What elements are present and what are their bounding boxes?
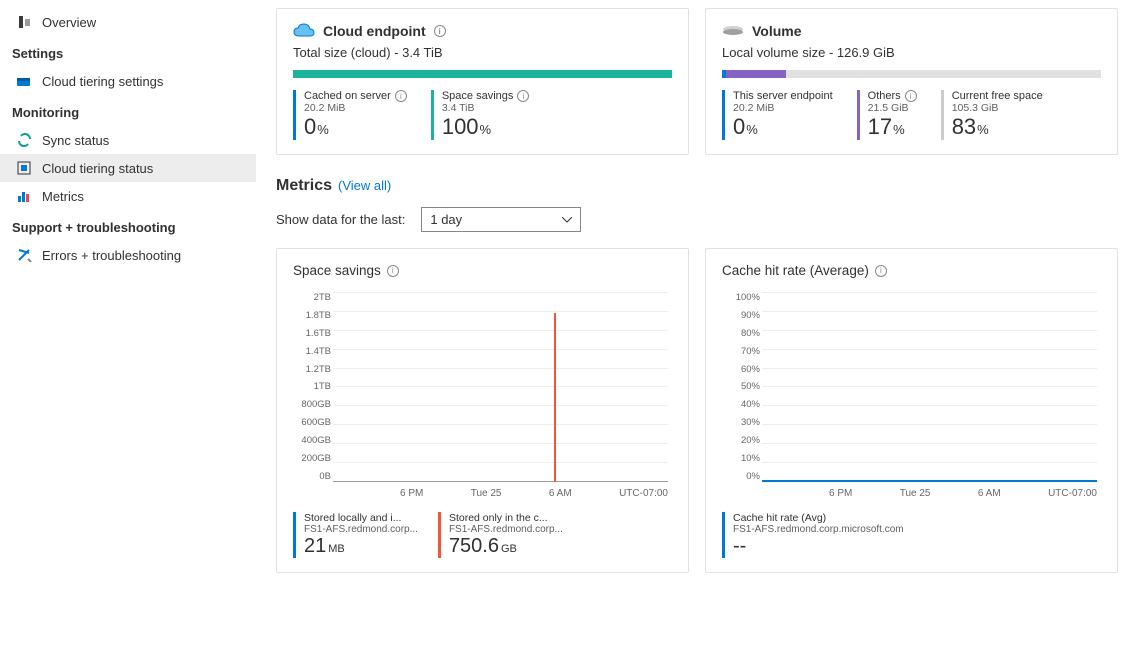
cloud-icon — [293, 23, 315, 39]
nav-label: Metrics — [42, 189, 84, 204]
chart-plot-area[interactable]: 100% 90% 80% 70% 60% 50% 40% 30% 20% 10%… — [762, 292, 1097, 502]
sidebar: Overview Settings Cloud tiering settings… — [0, 0, 256, 664]
overview-icon — [16, 14, 32, 30]
nav-metrics[interactable]: Metrics — [0, 182, 256, 210]
view-all-link[interactable]: (View all) — [338, 178, 391, 193]
cloud-card-title: Cloud endpoint — [323, 23, 426, 39]
volume-card-title: Volume — [752, 23, 802, 39]
nav-label: Cloud tiering settings — [42, 74, 163, 89]
tiering-status-icon — [16, 160, 32, 176]
nav-section-support: Support + troubleshooting — [0, 210, 256, 241]
nav-section-monitoring: Monitoring — [0, 95, 256, 126]
main-content: Cloud endpoint i Total size (cloud) - 3.… — [256, 0, 1128, 664]
legend-stored-locally: Stored locally and i... FS1-AFS.redmond.… — [293, 512, 418, 558]
volume-icon — [722, 24, 744, 38]
stat-space-savings: Space savingsi 3.4 TiB 100% — [431, 90, 530, 140]
nav-label: Errors + troubleshooting — [42, 248, 181, 263]
filter-label: Show data for the last: — [276, 212, 405, 227]
info-icon[interactable]: i — [387, 265, 399, 277]
stat-this-endpoint: This server endpoint 20.2 MiB 0% — [722, 90, 833, 140]
cloud-card-subtitle: Total size (cloud) - 3.4 TiB — [293, 45, 672, 60]
nav-cloud-tiering-settings[interactable]: Cloud tiering settings — [0, 67, 256, 95]
chevron-down-icon — [562, 217, 572, 223]
info-icon[interactable]: i — [434, 25, 446, 37]
info-icon[interactable]: i — [875, 265, 887, 277]
cloud-endpoint-card: Cloud endpoint i Total size (cloud) - 3.… — [276, 8, 689, 155]
volume-size-bar — [722, 70, 1101, 78]
nav-cloud-tiering-status[interactable]: Cloud tiering status — [0, 154, 256, 182]
info-icon[interactable]: i — [517, 90, 529, 102]
nav-label: Overview — [42, 15, 96, 30]
nav-errors-troubleshoot[interactable]: Errors + troubleshooting — [0, 241, 256, 269]
stat-others: Othersi 21.5 GiB 17% — [857, 90, 917, 140]
volume-card-subtitle: Local volume size - 126.9 GiB — [722, 45, 1101, 60]
nav-overview[interactable]: Overview — [0, 8, 256, 36]
volume-card: Volume Local volume size - 126.9 GiB Thi… — [705, 8, 1118, 155]
nav-section-settings: Settings — [0, 36, 256, 67]
chart-flatline — [762, 480, 1097, 482]
chart-plot-area[interactable]: 2TB 1.8TB 1.6TB 1.4TB 1.2TB 1TB 800GB 60… — [333, 292, 668, 502]
cloud-settings-icon — [16, 73, 32, 89]
troubleshoot-icon — [16, 247, 32, 263]
cloud-size-bar — [293, 70, 672, 78]
chart-space-savings: Space savings i 2TB 1.8TB 1.6TB 1.4TB 1.… — [276, 248, 689, 573]
nav-label: Sync status — [42, 133, 109, 148]
sync-icon — [16, 132, 32, 148]
legend-stored-cloud: Stored only in the c... FS1-AFS.redmond.… — [438, 512, 563, 558]
legend-cache-hit: Cache hit rate (Avg) FS1-AFS.redmond.cor… — [722, 512, 904, 558]
time-range-select[interactable]: 1 day — [421, 207, 581, 232]
nav-sync-status[interactable]: Sync status — [0, 126, 256, 154]
stat-free-space: Current free space 105.3 GiB 83% — [941, 90, 1043, 140]
chart-cache-hit-rate: Cache hit rate (Average) i 100% 90% 80% … — [705, 248, 1118, 573]
stat-cached: Cached on serveri 20.2 MiB 0% — [293, 90, 407, 140]
info-icon[interactable]: i — [395, 90, 407, 102]
chart-spike — [554, 313, 556, 482]
metrics-section: Metrics (View all) — [276, 177, 1118, 195]
info-icon[interactable]: i — [905, 90, 917, 102]
nav-label: Cloud tiering status — [42, 161, 153, 176]
metrics-icon — [16, 188, 32, 204]
